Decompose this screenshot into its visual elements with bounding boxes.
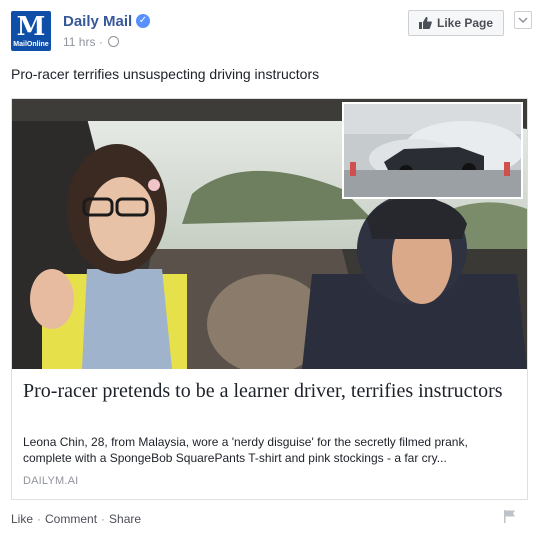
- like-page-label: Like Page: [436, 16, 494, 30]
- report-flag-button[interactable]: [503, 509, 517, 528]
- thumbs-up-icon: [418, 17, 432, 29]
- like-link[interactable]: Like: [11, 512, 33, 526]
- link-domain: DAILYM.AI: [23, 475, 79, 487]
- post-timestamp[interactable]: 11 hrs: [63, 35, 95, 49]
- verified-badge-icon: ✓: [136, 14, 150, 28]
- action-separator: ·: [101, 512, 106, 526]
- share-link[interactable]: Share: [109, 512, 141, 526]
- link-preview-image[interactable]: [12, 99, 527, 369]
- flag-icon: [504, 510, 515, 523]
- action-separator: ·: [37, 512, 42, 526]
- page-name-link[interactable]: Daily Mail: [63, 13, 132, 30]
- globe-icon: [108, 36, 120, 47]
- avatar-logo-sub: MailOnline: [13, 41, 49, 48]
- post-actions: Like · Comment · Share: [11, 512, 141, 526]
- comment-link[interactable]: Comment: [45, 512, 97, 526]
- link-preview-card[interactable]: Pro-racer pretends to be a learner drive…: [11, 98, 528, 500]
- link-description: Leona Chin, 28, from Malaysia, wore a 'n…: [23, 435, 468, 465]
- like-page-button[interactable]: Like Page: [408, 10, 504, 36]
- facebook-post: M MailOnline Daily Mail ✓ 11 hrs · Like …: [0, 0, 539, 537]
- avatar-logo-letter: M: [16, 12, 46, 42]
- chevron-down-icon: [518, 17, 528, 23]
- meta-separator: ·: [98, 35, 103, 49]
- link-title[interactable]: Pro-racer pretends to be a learner drive…: [23, 379, 518, 403]
- post-options-button[interactable]: [514, 11, 532, 29]
- post-meta: 11 hrs ·: [63, 35, 120, 49]
- post-caption: Pro-racer terrifies unsuspecting driving…: [11, 66, 320, 82]
- drifting-car-graphic: [344, 104, 521, 197]
- drift-inset-photo: [342, 102, 523, 199]
- page-avatar[interactable]: M MailOnline: [11, 11, 51, 51]
